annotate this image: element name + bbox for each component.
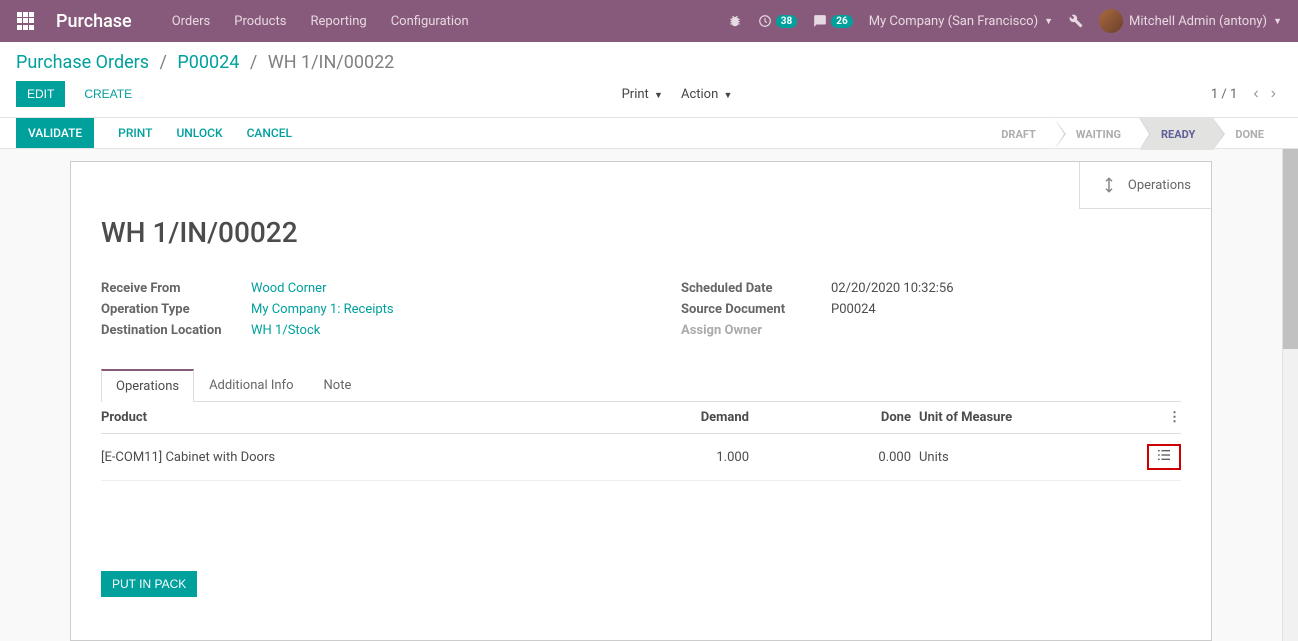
scrollbar-thumb[interactable] <box>1283 149 1298 349</box>
th-done: Done <box>749 402 911 434</box>
avatar <box>1099 9 1123 33</box>
scrollbar[interactable] <box>1282 149 1298 641</box>
bug-icon[interactable] <box>728 14 742 28</box>
control-panel: EDIT CREATE Print ▼ Action ▼ 1 / 1 ‹ › <box>0 73 1298 117</box>
cell-done: 0.000 <box>749 434 911 481</box>
apps-icon[interactable] <box>16 11 36 31</box>
receive-from-label: Receive From <box>101 281 251 296</box>
cell-demand: 1.000 <box>587 434 749 481</box>
th-uom: Unit of Measure <box>911 402 1105 434</box>
nav-menu: Orders Products Reporting Configuration <box>172 14 469 29</box>
chevron-down-icon: ▼ <box>1044 16 1053 27</box>
company-switcher[interactable]: My Company (San Francisco) ▼ <box>869 14 1053 29</box>
put-in-pack-button[interactable]: PUT IN PACK <box>101 571 197 597</box>
breadcrumb: Purchase Orders / P00024 / WH 1/IN/00022 <box>16 52 394 73</box>
page-title: WH 1/IN/00022 <box>101 216 1181 249</box>
create-button[interactable]: CREATE <box>73 81 143 107</box>
operations-table: Product Demand Done Unit of Measure ⋮ [E… <box>101 402 1181 481</box>
scheduled-date-value: 02/20/2020 10:32:56 <box>831 281 954 296</box>
user-menu[interactable]: Mitchell Admin (antony) ▼ <box>1099 9 1282 33</box>
activity-badge: 38 <box>776 15 797 28</box>
messages-icon[interactable]: 26 <box>813 14 852 28</box>
operations-stat-button[interactable]: Operations <box>1080 162 1211 208</box>
status-draft[interactable]: DRAFT <box>979 118 1054 150</box>
unlock-button[interactable]: UNLOCK <box>176 126 222 140</box>
form-sheet: Operations WH 1/IN/00022 Receive From Wo… <box>70 161 1212 641</box>
settings-icon[interactable] <box>1069 14 1083 28</box>
action-dropdown[interactable]: Action ▼ <box>681 87 732 102</box>
kebab-icon[interactable]: ⋮ <box>1168 410 1181 425</box>
source-doc-label: Source Document <box>681 302 831 317</box>
scheduled-date-label: Scheduled Date <box>681 281 831 296</box>
breadcrumb-purchase-orders[interactable]: Purchase Orders <box>16 52 149 73</box>
chevron-down-icon: ▼ <box>724 91 733 101</box>
tabs: Operations Additional Info Note <box>101 368 1181 402</box>
nav-reporting[interactable]: Reporting <box>310 14 366 29</box>
print-dropdown[interactable]: Print ▼ <box>622 87 663 102</box>
cell-uom: Units <box>911 434 1105 481</box>
assign-owner-label: Assign Owner <box>681 323 831 338</box>
detail-operations-button[interactable] <box>1147 444 1181 470</box>
messages-badge: 26 <box>831 15 852 28</box>
th-demand: Demand <box>587 402 749 434</box>
nav-orders[interactable]: Orders <box>172 14 211 29</box>
transfer-icon <box>1100 176 1118 194</box>
tab-additional-info[interactable]: Additional Info <box>194 369 308 402</box>
nav-products[interactable]: Products <box>234 14 286 29</box>
destination-value[interactable]: WH 1/Stock <box>251 323 320 338</box>
tab-note[interactable]: Note <box>309 369 367 402</box>
company-name: My Company (San Francisco) <box>869 14 1038 29</box>
breadcrumb-p00024[interactable]: P00024 <box>177 52 239 73</box>
list-icon <box>1157 449 1171 461</box>
activity-icon[interactable]: 38 <box>758 14 797 28</box>
pager-prev[interactable]: ‹ <box>1247 81 1264 107</box>
operation-type-value[interactable]: My Company 1: Receipts <box>251 302 394 317</box>
pager-count: 1 / 1 <box>1211 87 1237 102</box>
tab-operations[interactable]: Operations <box>101 369 194 402</box>
receive-from-value[interactable]: Wood Corner <box>251 281 326 296</box>
user-name: Mitchell Admin (antony) <box>1129 14 1267 29</box>
operations-stat-label: Operations <box>1128 178 1191 193</box>
status-waiting[interactable]: WAITING <box>1054 118 1139 150</box>
app-brand[interactable]: Purchase <box>56 11 132 32</box>
destination-label: Destination Location <box>101 323 251 338</box>
table-row[interactable]: [E-COM11] Cabinet with Doors 1.000 0.000… <box>101 434 1181 481</box>
edit-button[interactable]: EDIT <box>16 81 65 107</box>
validate-button[interactable]: VALIDATE <box>16 118 94 148</box>
top-navbar: Purchase Orders Products Reporting Confi… <box>0 0 1298 42</box>
operation-type-label: Operation Type <box>101 302 251 317</box>
print-button[interactable]: PRINT <box>118 126 152 140</box>
chevron-down-icon: ▼ <box>654 91 663 101</box>
cell-product: [E-COM11] Cabinet with Doors <box>101 434 587 481</box>
chevron-down-icon: ▼ <box>1273 16 1282 27</box>
th-product: Product <box>101 402 587 434</box>
status-bar: VALIDATE PRINT UNLOCK CANCEL DRAFT WAITI… <box>0 117 1298 149</box>
nav-configuration[interactable]: Configuration <box>391 14 469 29</box>
cancel-button[interactable]: CANCEL <box>247 126 292 140</box>
breadcrumb-current: WH 1/IN/00022 <box>268 52 395 73</box>
source-doc-value: P00024 <box>831 302 876 317</box>
pager-next[interactable]: › <box>1265 81 1282 107</box>
